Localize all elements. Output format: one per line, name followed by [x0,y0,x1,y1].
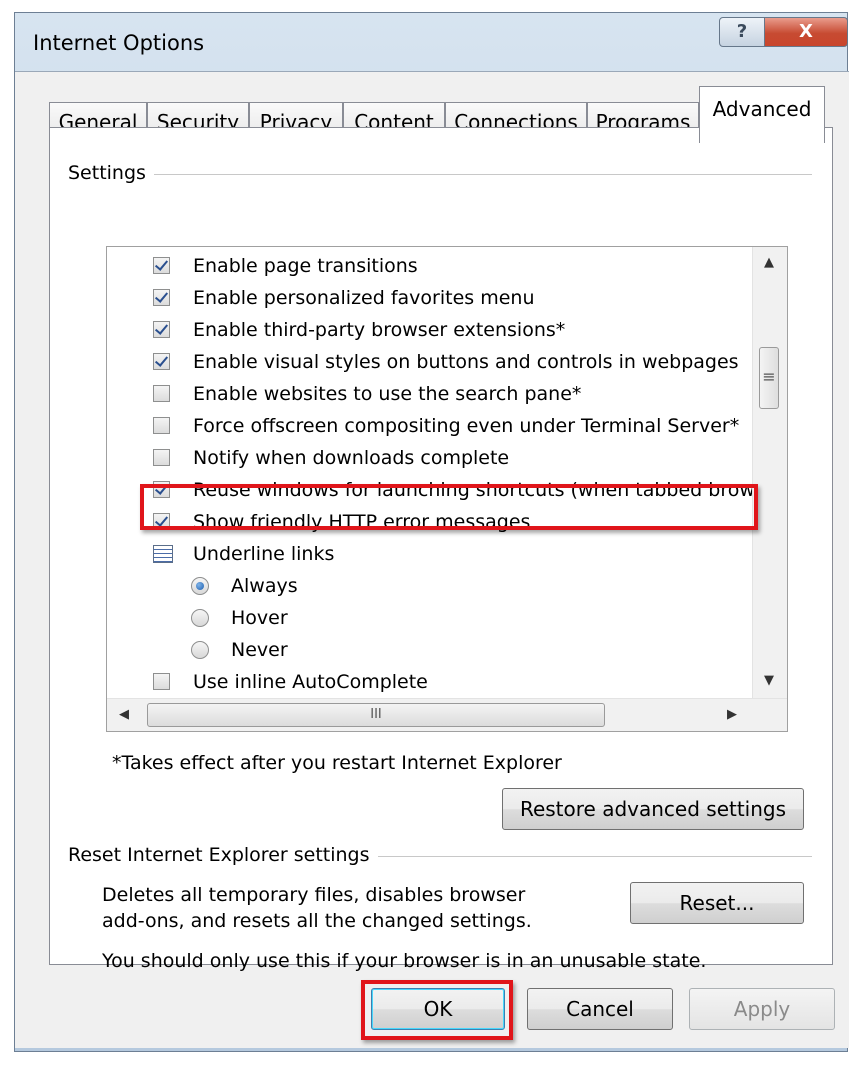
title-bar[interactable]: Internet Options ? X [15,13,848,71]
list-group-icon [153,545,173,563]
checkbox-unchecked-icon[interactable] [153,385,170,402]
checkbox-checked-icon[interactable] [153,289,170,306]
settings-group-line [68,174,812,175]
close-button[interactable]: X [764,17,848,47]
horizontal-scrollbar[interactable]: ◀ III ▶ [107,698,787,731]
checkbox-unchecked-icon[interactable] [153,449,170,466]
reset-group-label: Reset Internet Explorer settings [68,844,378,866]
checkbox-unchecked-icon[interactable] [153,673,170,690]
scroll-right-icon[interactable]: ▶ [727,707,737,722]
setting-label: Use inline AutoComplete [193,671,428,693]
scroll-up-icon[interactable]: ▲ [764,255,774,270]
setting-label: Enable personalized favorites menu [193,287,535,309]
window-title: Internet Options [33,31,205,55]
radio-selected-icon[interactable] [191,577,209,595]
vertical-scrollbar[interactable]: ▲ ≡ ▼ [752,247,787,699]
reset-button[interactable]: Reset... [630,882,804,924]
setting-label: Always [231,575,298,597]
setting-label: Force offscreen compositing even under T… [193,415,740,437]
apply-button[interactable]: Apply [689,988,835,1030]
checkbox-checked-icon[interactable] [153,257,170,274]
setting-label: Enable page transitions [193,255,418,277]
checkbox-checked-icon[interactable] [153,353,170,370]
advanced-tab-panel: Settings Enable page transitions Enable p… [49,127,833,972]
tab-advanced[interactable]: Advanced [699,86,825,143]
setting-label: Notify when downloads complete [193,447,510,469]
scroll-left-icon[interactable]: ◀ [119,707,129,722]
setting-label: Enable third-party browser extensions* [193,319,566,341]
scroll-down-icon[interactable]: ▼ [764,673,774,688]
radio-unselected-icon[interactable] [191,609,209,627]
help-button[interactable]: ? [719,17,765,47]
reset-description-line1: Deletes all temporary files, disables br… [102,884,526,906]
highlight-reuse-windows [140,484,758,530]
highlight-ok-button [361,980,513,1040]
restore-advanced-settings-button[interactable]: Restore advanced settings [502,788,804,830]
radio-unselected-icon[interactable] [191,641,209,659]
reset-warning: You should only use this if your browser… [102,950,707,972]
setting-label: Enable visual styles on buttons and cont… [193,351,739,373]
settings-group-label: Settings [68,162,154,184]
horizontal-scroll-thumb[interactable]: III [147,703,605,727]
dialog-client-area: General Security Privacy Content Connect… [15,71,849,1048]
setting-label: Hover [231,607,288,629]
setting-label: Never [231,639,288,661]
reset-description-line2: add-ons, and resets all the changed sett… [102,910,532,932]
setting-label: Underline links [193,543,335,565]
help-icon: ? [736,21,748,42]
close-icon: X [799,21,813,42]
cancel-button[interactable]: Cancel [527,988,673,1030]
vertical-scroll-thumb[interactable]: ≡ [759,347,779,409]
restart-note: *Takes effect after you restart Internet… [112,752,562,774]
checkbox-checked-icon[interactable] [153,321,170,338]
setting-label: Enable websites to use the search pane* [193,383,582,405]
internet-options-window: Internet Options ? X General Security Pr… [14,12,849,1052]
checkbox-unchecked-icon[interactable] [153,417,170,434]
